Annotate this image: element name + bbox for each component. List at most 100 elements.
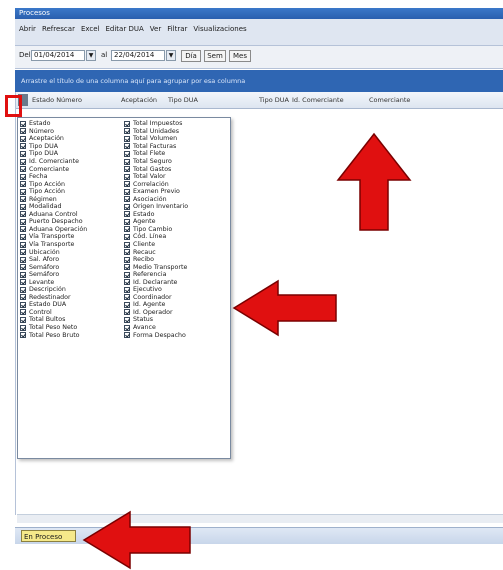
column-option[interactable]: Puerto Despacho [20,218,87,226]
header-comerciante[interactable]: Comerciante [369,96,410,104]
header-id-comerciante[interactable]: Id. Comerciante [292,96,344,104]
checkbox[interactable] [20,203,26,210]
group-by-area[interactable]: Arrastre el título de una columna aquí p… [15,70,503,92]
day-button[interactable]: Día [181,50,201,62]
checkbox[interactable] [20,166,26,173]
checkbox[interactable] [124,249,130,256]
header-tipo-dua-2[interactable]: Tipo DUA [259,96,289,104]
checkbox[interactable] [20,286,26,293]
column-option[interactable]: Total Bultos [20,316,87,324]
checkbox[interactable] [20,120,26,127]
column-option[interactable]: Sal. Aforo [20,256,87,264]
column-option[interactable]: Vía Transporte [20,233,87,241]
checkbox[interactable] [124,181,130,188]
column-option[interactable]: Semáforo [20,271,87,279]
checkbox[interactable] [20,218,26,225]
column-option[interactable]: Examen Previo [124,188,188,196]
checkbox[interactable] [124,241,130,248]
checkbox[interactable] [20,241,26,248]
column-option[interactable]: Id. Operador [124,309,188,317]
checkbox[interactable] [124,188,130,195]
menu-item[interactable]: Filtrar [167,25,187,33]
header-aceptacion[interactable]: Aceptación [121,96,157,104]
checkbox[interactable] [124,316,130,323]
column-option[interactable]: Total Valor [124,173,188,181]
checkbox[interactable] [124,218,130,225]
checkbox[interactable] [124,286,130,293]
menu-item[interactable]: Visualizaciones [193,25,246,33]
column-option[interactable]: Control [20,309,87,317]
column-option[interactable]: Ejecutivo [124,286,188,294]
from-date-dropdown-icon[interactable]: ▼ [86,50,96,61]
checkbox[interactable] [20,158,26,165]
checkbox[interactable] [124,158,130,165]
checkbox[interactable] [20,188,26,195]
column-option[interactable]: Descripción [20,286,87,294]
column-option[interactable]: Cliente [124,241,188,249]
checkbox[interactable] [20,173,26,180]
column-option[interactable]: Total Volumen [124,135,188,143]
column-option[interactable]: Levante [20,278,87,286]
checkbox[interactable] [20,301,26,308]
column-option[interactable]: Ubicación [20,248,87,256]
column-option[interactable]: Total Unidades [124,128,188,136]
column-option[interactable]: Tipo Acción [20,188,87,196]
column-option[interactable]: Id. Agente [124,301,188,309]
column-option[interactable]: Tipo Acción [20,180,87,188]
checkbox[interactable] [20,264,26,271]
menu-item[interactable]: Excel [81,25,100,33]
checkbox[interactable] [124,264,130,271]
checkbox[interactable] [124,233,130,240]
menu-item[interactable]: Ver [150,25,161,33]
checkbox[interactable] [20,271,26,278]
checkbox[interactable] [124,332,130,339]
checkbox[interactable] [20,294,26,301]
checkbox[interactable] [124,120,130,127]
checkbox[interactable] [20,256,26,263]
column-option[interactable]: Tipo DUA [20,150,87,158]
checkbox[interactable] [124,211,130,218]
column-option[interactable]: Recauc [124,248,188,256]
checkbox[interactable] [124,135,130,142]
checkbox[interactable] [124,150,130,157]
column-option[interactable]: Aduana Control [20,211,87,219]
to-date-field[interactable]: 22/04/2014 [111,50,165,61]
header-estado-numero[interactable]: Estado Número [32,96,82,104]
column-option[interactable]: Id. Comerciante [20,158,87,166]
checkbox[interactable] [124,294,130,301]
column-option[interactable]: Avance [124,324,188,332]
checkbox[interactable] [20,249,26,256]
column-option[interactable]: Estado [124,211,188,219]
month-button[interactable]: Mes [229,50,251,62]
checkbox[interactable] [124,196,130,203]
column-option[interactable]: Forma Despacho [124,331,188,339]
column-option[interactable]: Fecha [20,173,87,181]
checkbox[interactable] [124,143,130,150]
checkbox[interactable] [124,128,130,135]
column-option[interactable]: Correlación [124,180,188,188]
column-option[interactable]: Total Impuestos [124,120,188,128]
menu-item[interactable]: Refrescar [42,25,75,33]
column-option[interactable]: Id. Declarante [124,278,188,286]
column-option[interactable]: Total Peso Neto [20,324,87,332]
column-option[interactable]: Medio Transporte [124,263,188,271]
checkbox[interactable] [124,309,130,316]
checkbox[interactable] [124,279,130,286]
checkbox[interactable] [20,279,26,286]
column-option[interactable]: Total Gastos [124,165,188,173]
checkbox[interactable] [124,271,130,278]
checkbox[interactable] [20,128,26,135]
checkbox[interactable] [20,196,26,203]
column-option[interactable]: Aceptación [20,135,87,143]
to-date-dropdown-icon[interactable]: ▼ [166,50,176,61]
checkbox[interactable] [20,226,26,233]
column-option[interactable]: Cód. Línea [124,233,188,241]
column-option[interactable]: Comerciante [20,165,87,173]
column-option[interactable]: Referencia [124,271,188,279]
column-option[interactable]: Asociación [124,195,188,203]
checkbox[interactable] [20,309,26,316]
from-date-field[interactable]: 01/04/2014 [31,50,85,61]
checkbox[interactable] [20,181,26,188]
checkbox[interactable] [20,135,26,142]
column-option[interactable]: Redestinador [20,294,87,302]
